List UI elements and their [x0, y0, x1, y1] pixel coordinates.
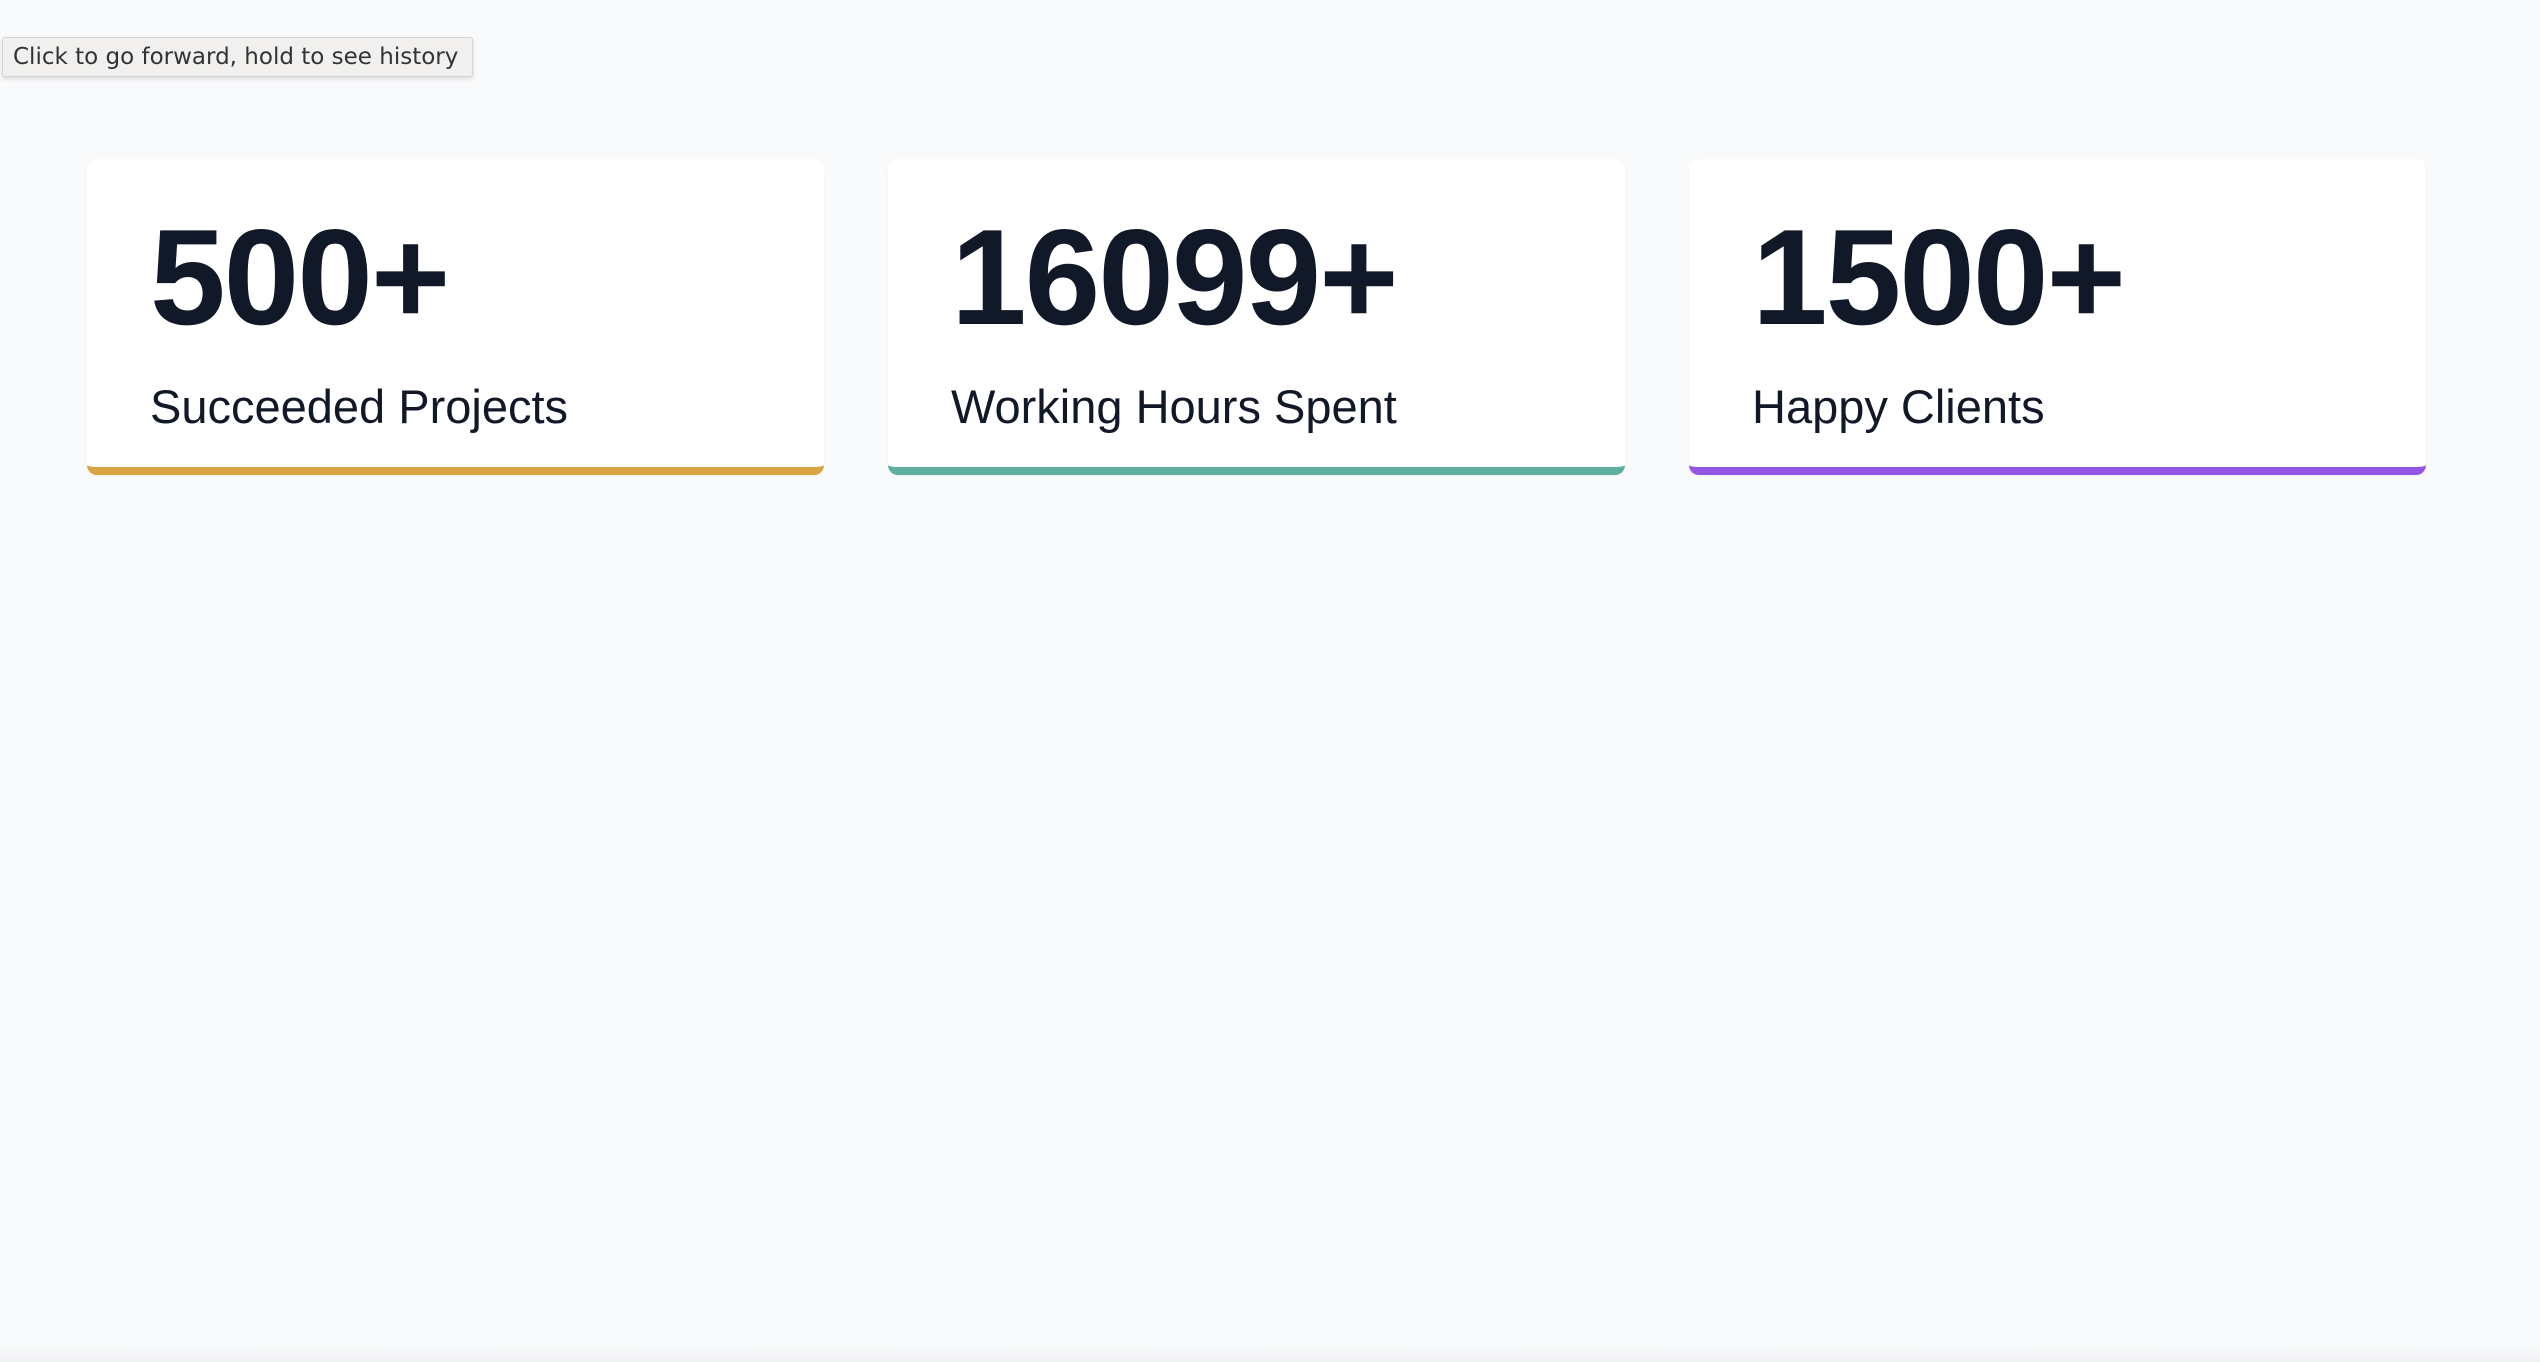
stat-value: 1500+: [1752, 201, 2126, 353]
stat-card-happy-clients: 1500+ Happy Clients: [1689, 159, 2426, 475]
stat-label: Happy Clients: [1752, 380, 2045, 433]
stat-value: 500+: [150, 201, 450, 353]
forward-button-tooltip: Click to go forward, hold to see history: [2, 37, 474, 77]
stat-value: 16099+: [951, 201, 1399, 353]
stat-card-succeeded-projects: 500+ Succeeded Projects: [87, 159, 824, 475]
stat-label: Working Hours Spent: [951, 380, 1397, 433]
bottom-edge-shadow: [0, 1346, 2540, 1362]
stat-label: Succeeded Projects: [150, 380, 569, 433]
stats-section: 500+ Succeeded Projects 16099+ Working H…: [87, 159, 2426, 475]
stat-card-working-hours: 16099+ Working Hours Spent: [888, 159, 1625, 475]
